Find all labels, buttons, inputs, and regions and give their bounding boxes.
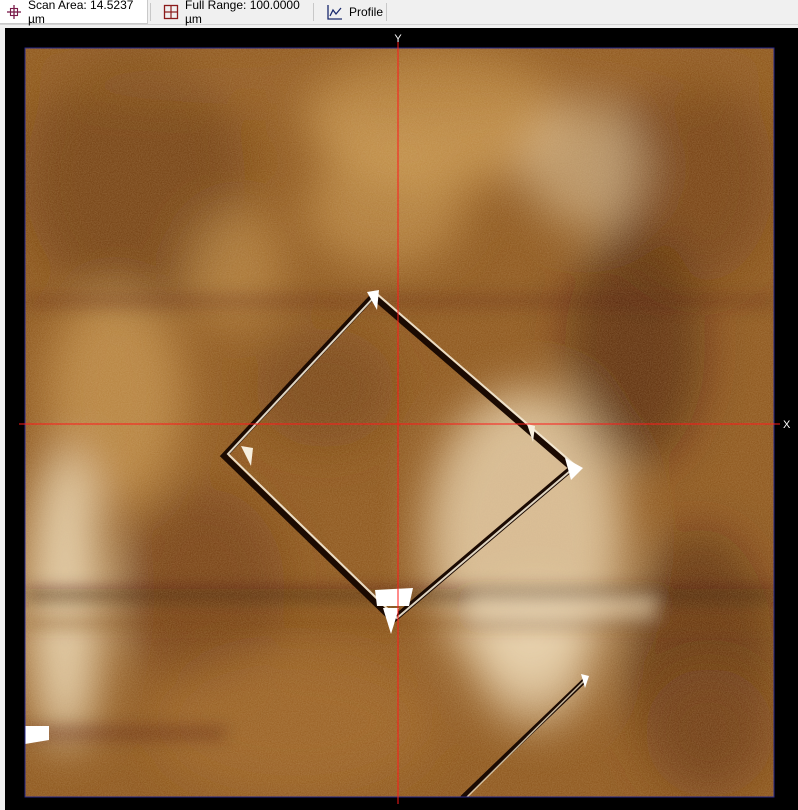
toolbar: Scan Area: 14.5237 µm Full Range: 100.00… <box>0 0 798 26</box>
scan-image-viewport[interactable]: Y X <box>5 28 798 810</box>
toolbar-separator <box>313 3 314 21</box>
afm-scan-image[interactable]: Y X <box>5 28 798 810</box>
profile-button[interactable]: Profile <box>321 0 391 24</box>
y-axis-label: Y <box>394 33 402 45</box>
toolbar-separator <box>386 3 387 21</box>
toolbar-separator <box>150 3 151 21</box>
afm-height-map <box>25 48 774 797</box>
scan-area-button[interactable]: Scan Area: 14.5237 µm <box>0 0 148 26</box>
full-range-grid-icon <box>163 4 179 20</box>
full-range-label: Full Range: 100.0000 µm <box>185 0 300 26</box>
profile-label: Profile <box>349 5 384 19</box>
full-range-button[interactable]: Full Range: 100.0000 µm <box>157 0 307 26</box>
x-axis-label: X <box>783 419 791 431</box>
scan-area-crosshair-icon <box>7 4 21 19</box>
scan-area-label: Scan Area: 14.5237 µm <box>28 0 134 26</box>
profile-chart-icon <box>327 5 342 20</box>
